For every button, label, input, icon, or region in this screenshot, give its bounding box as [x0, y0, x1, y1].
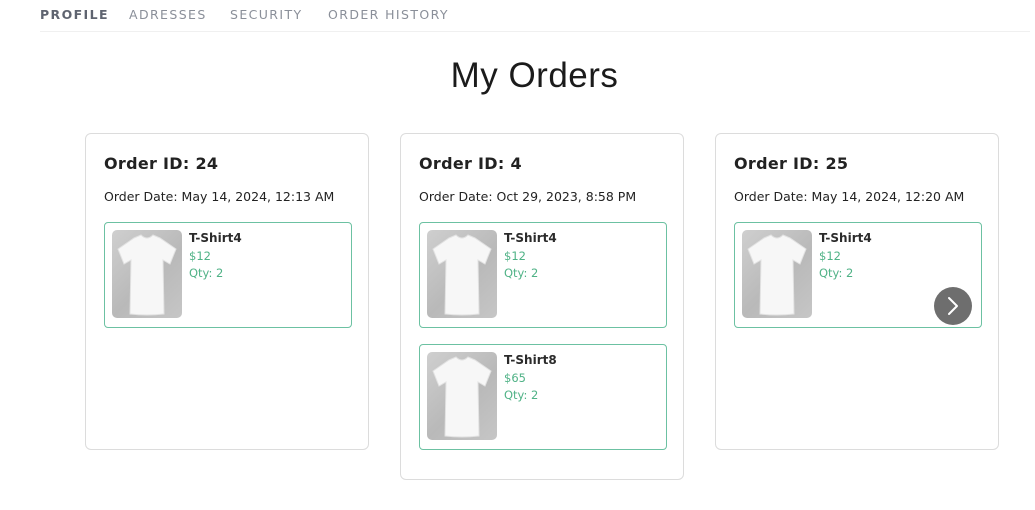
product-image — [112, 230, 182, 318]
product-image — [427, 352, 497, 440]
product-name: T-Shirt4 — [189, 231, 242, 245]
order-date: Order Date: May 14, 2024, 12:20 AM — [734, 189, 965, 204]
product-price: $12 — [189, 249, 211, 263]
product-price: $12 — [819, 249, 841, 263]
tshirt-icon — [747, 234, 807, 316]
page-title: My Orders — [450, 56, 619, 95]
product-name: T-Shirt8 — [504, 353, 557, 367]
order-card: Order ID: 24 Order Date: May 14, 2024, 1… — [85, 133, 369, 450]
product-name: T-Shirt4 — [504, 231, 557, 245]
product-name: T-Shirt4 — [819, 231, 872, 245]
product-price: $65 — [504, 371, 526, 385]
product-qty: Qty: 2 — [504, 266, 539, 280]
product-image — [427, 230, 497, 318]
carousel-next-button[interactable] — [934, 287, 972, 325]
product-qty: Qty: 2 — [189, 266, 224, 280]
order-item[interactable]: T-Shirt4 $12 Qty: 2 — [104, 222, 352, 328]
product-image — [742, 230, 812, 318]
tab-order-history[interactable]: ORDER HISTORY — [328, 7, 449, 22]
product-price: $12 — [504, 249, 526, 263]
tshirt-icon — [432, 356, 492, 438]
order-id: Order ID: 24 — [104, 154, 219, 173]
account-tabs: PROFILE ADRESSES SECURITY ORDER HISTORY — [40, 0, 1030, 32]
orders-page: PROFILE ADRESSES SECURITY ORDER HISTORY … — [0, 0, 1035, 510]
order-id: Order ID: 4 — [419, 154, 522, 173]
order-id: Order ID: 25 — [734, 154, 849, 173]
tab-security[interactable]: SECURITY — [230, 7, 303, 22]
order-item[interactable]: T-Shirt8 $65 Qty: 2 — [419, 344, 667, 450]
product-qty: Qty: 2 — [819, 266, 854, 280]
order-card: Order ID: 4 Order Date: Oct 29, 2023, 8:… — [400, 133, 684, 480]
tab-profile[interactable]: PROFILE — [40, 7, 109, 22]
tshirt-icon — [117, 234, 177, 316]
order-date: Order Date: May 14, 2024, 12:13 AM — [104, 189, 335, 204]
product-qty: Qty: 2 — [504, 388, 539, 402]
order-date: Order Date: Oct 29, 2023, 8:58 PM — [419, 189, 637, 204]
order-item[interactable]: T-Shirt4 $12 Qty: 2 — [419, 222, 667, 328]
tshirt-icon — [432, 234, 492, 316]
chevron-right-icon — [948, 297, 958, 315]
tab-addresses[interactable]: ADRESSES — [129, 7, 207, 22]
